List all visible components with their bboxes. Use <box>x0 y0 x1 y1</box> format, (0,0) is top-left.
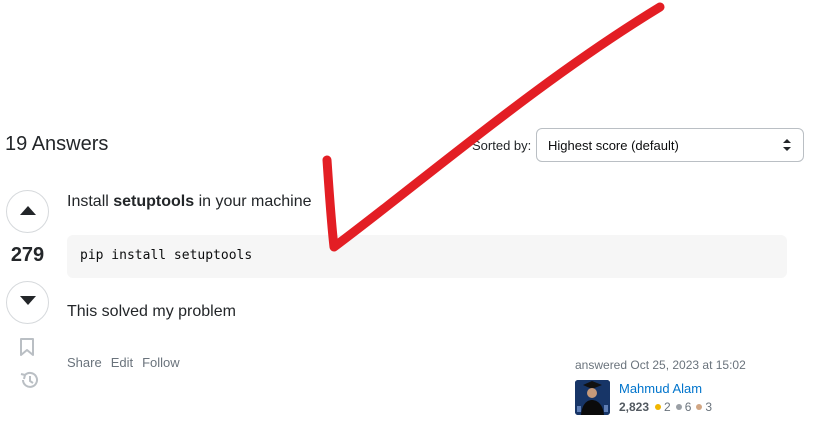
bronze-badge-count: 3 <box>705 400 713 414</box>
sort-label: Sorted by: <box>472 138 532 153</box>
gold-badges: 2 <box>655 400 671 414</box>
share-link[interactable]: Share <box>67 355 102 370</box>
bronze-badge-icon <box>696 404 703 410</box>
select-arrows-icon <box>782 137 792 153</box>
vote-count: 279 <box>10 244 45 266</box>
upvote-button[interactable] <box>6 190 49 233</box>
answer-text-before: Install <box>67 193 114 210</box>
bookmark-button[interactable] <box>19 337 35 362</box>
answers-count-heading: 19 Answers <box>5 133 109 155</box>
avatar[interactable] <box>575 380 610 415</box>
edit-link[interactable]: Edit <box>111 355 133 370</box>
history-icon <box>19 371 39 394</box>
sort-select-value: Highest score (default) <box>548 138 679 153</box>
caret-down-icon <box>19 294 37 312</box>
answer-paragraph-2: This solved my problem <box>67 303 236 320</box>
user-signature: answered Oct 25, 2023 at 15:02 Mahmud Al… <box>575 358 795 415</box>
user-stats: 2,823 2 6 3 <box>619 400 717 414</box>
bookmark-icon <box>19 338 35 361</box>
answer-text-after: in your machine <box>194 193 312 210</box>
gold-badge-count: 2 <box>664 400 671 414</box>
silver-badge-icon <box>675 404 682 410</box>
caret-up-icon <box>19 203 37 221</box>
silver-badges: 6 <box>675 400 692 414</box>
reputation-score: 2,823 <box>619 400 650 414</box>
follow-link[interactable]: Follow <box>142 355 180 370</box>
code-block: pip install setuptools <box>67 235 787 278</box>
bronze-badges: 3 <box>696 400 712 414</box>
answer-paragraph-1: Install setuptools in your machine <box>67 193 312 211</box>
answer-timestamp[interactable]: answered Oct 25, 2023 at 15:02 <box>575 358 795 372</box>
silver-badge-count: 6 <box>684 400 692 414</box>
answer-text-bold: setuptools <box>113 193 195 210</box>
post-menu: Share Edit Follow <box>67 355 180 370</box>
gold-badge-icon <box>655 404 662 410</box>
timeline-button[interactable] <box>19 370 39 395</box>
sort-select[interactable]: Highest score (default) <box>536 128 804 162</box>
downvote-button[interactable] <box>6 281 49 324</box>
code-text: pip install setuptools <box>80 248 253 263</box>
user-name-link[interactable]: Mahmud Alam <box>619 381 702 396</box>
